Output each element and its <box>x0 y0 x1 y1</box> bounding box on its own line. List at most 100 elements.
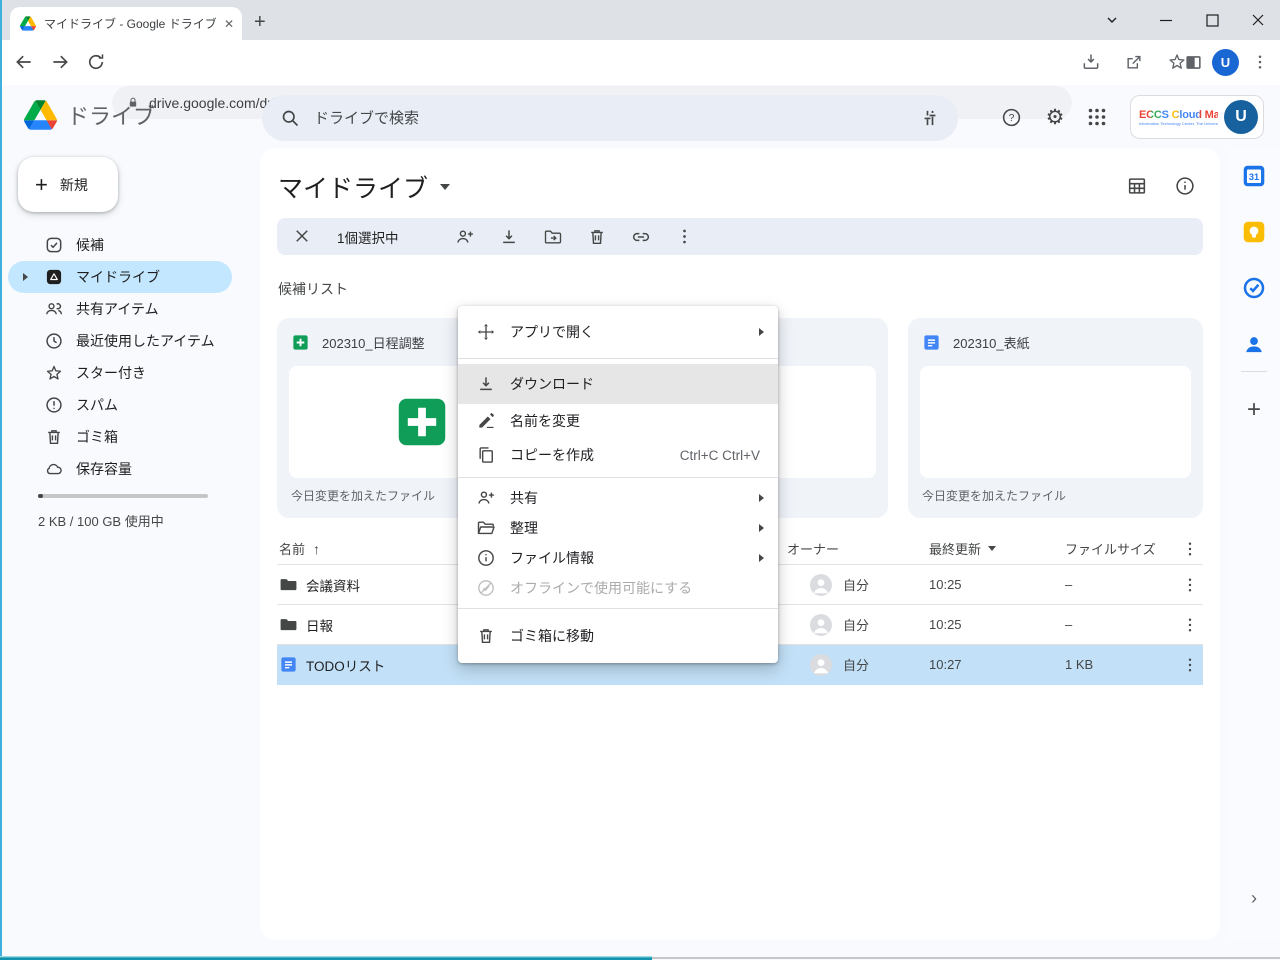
tab-title: マイドライブ - Google ドライブ <box>44 15 216 32</box>
suggestions-section-label: 候補リスト <box>278 279 348 299</box>
sort-asc-icon[interactable]: ↑ <box>313 541 320 557</box>
shared-people-icon <box>44 299 64 319</box>
menu-item-organize[interactable]: 整理 <box>458 513 778 543</box>
new-button-label: 新規 <box>60 175 88 195</box>
browser-profile-avatar[interactable]: U <box>1212 49 1239 76</box>
header-name[interactable]: 名前 <box>279 539 305 558</box>
file-name: TODOリスト <box>306 655 385 675</box>
sidebar-item-trash[interactable]: ゴミ箱 <box>8 421 232 453</box>
context-menu: アプリで開く ダウンロード 名前を変更 コピーを作成 Ctrl+C Ctrl+V… <box>458 306 778 663</box>
downloads-icon[interactable] <box>1081 52 1101 72</box>
bottom-edge-gray <box>652 957 1280 959</box>
sidebar-item-candidates[interactable]: 候補 <box>8 229 232 261</box>
menu-item-move-to-trash[interactable]: ゴミ箱に移動 <box>458 614 778 658</box>
trash-icon[interactable] <box>587 227 607 247</box>
tasks-icon[interactable] <box>1241 275 1267 301</box>
title-dropdown-icon[interactable] <box>440 184 450 190</box>
share-person-add-icon[interactable] <box>455 227 475 247</box>
offline-icon <box>476 578 496 598</box>
row-kebab-icon[interactable] <box>1181 656 1199 674</box>
drive-logo-icon <box>24 100 57 130</box>
share-page-icon[interactable] <box>1124 52 1144 72</box>
owner-name: 自分 <box>843 575 869 594</box>
page-title-row[interactable]: マイドライブ <box>278 169 450 205</box>
apps-grid-icon[interactable] <box>1077 97 1117 137</box>
details-info-icon[interactable] <box>1174 175 1196 197</box>
search-input[interactable] <box>314 110 906 127</box>
browser-menu-kebab-icon[interactable] <box>1251 53 1269 71</box>
sidebar-item-my-drive[interactable]: マイドライブ <box>8 261 232 293</box>
modified-time: 10:27 <box>929 657 1065 672</box>
owner-name: 自分 <box>843 615 869 634</box>
account-avatar[interactable]: U <box>1224 100 1258 134</box>
move-to-folder-icon[interactable] <box>543 227 563 247</box>
sidebar-item-label: 保存容量 <box>76 459 132 479</box>
header-owner[interactable]: オーナー <box>787 539 839 558</box>
window-maximize-button[interactable] <box>1190 0 1234 40</box>
header-size[interactable]: ファイルサイズ <box>1065 542 1156 557</box>
file-info-icon <box>476 548 496 568</box>
drive-logo[interactable]: ドライブ <box>24 99 155 131</box>
download-icon[interactable] <box>499 227 519 247</box>
cloud-icon <box>44 459 64 479</box>
side-panel-collapse-chevron-icon[interactable]: › <box>1228 888 1280 909</box>
menu-item-label: ファイル情報 <box>510 548 594 568</box>
side-panel-divider <box>1241 371 1267 372</box>
docs-file-icon <box>279 655 298 674</box>
new-button[interactable]: + 新規 <box>18 157 118 212</box>
row-kebab-icon[interactable] <box>1181 576 1199 594</box>
menu-item-download[interactable]: ダウンロード <box>458 364 778 404</box>
drive-search-bar[interactable] <box>262 95 958 141</box>
header-modified[interactable]: 最終更新 <box>929 539 981 558</box>
menu-item-rename[interactable]: 名前を変更 <box>458 404 778 438</box>
drive-favicon <box>20 16 36 31</box>
storage-progress-fill <box>38 494 43 498</box>
help-icon[interactable]: ? <box>991 97 1031 137</box>
menu-item-open-with[interactable]: アプリで開く <box>458 311 778 353</box>
settings-gear-icon[interactable]: ⚙ <box>1035 97 1075 137</box>
get-link-icon[interactable] <box>631 227 651 247</box>
sidebar-item-storage[interactable]: 保存容量 <box>8 453 232 485</box>
sidebar-item-shared[interactable]: 共有アイテム <box>8 293 232 325</box>
side-panel-toggle-icon[interactable] <box>1184 53 1203 72</box>
menu-divider <box>458 477 778 478</box>
expand-caret-icon[interactable] <box>23 273 28 281</box>
account-badge[interactable]: ECCS Cloud Mail Information Technology C… <box>1130 95 1264 139</box>
tab-search-chevron-icon[interactable] <box>1090 0 1134 40</box>
google-drive-browser-window: { "browser": { "tab_title": "マイドライブ - Go… <box>0 0 1280 960</box>
bottom-edge-teal <box>0 956 652 960</box>
new-tab-button[interactable]: + <box>254 12 266 32</box>
table-options-kebab-icon[interactable] <box>1181 540 1199 558</box>
tab-close-icon[interactable]: ✕ <box>224 17 234 31</box>
side-panel-add-icon[interactable]: + <box>1228 396 1280 424</box>
sidebar-item-spam[interactable]: スパム <box>8 389 232 421</box>
back-icon[interactable] <box>14 52 34 72</box>
reload-icon[interactable] <box>86 52 106 72</box>
menu-item-share[interactable]: 共有 <box>458 483 778 513</box>
browser-tab-strip: マイドライブ - Google ドライブ ✕ + <box>0 0 1280 40</box>
window-close-button[interactable] <box>1236 0 1280 40</box>
candidates-icon <box>44 235 64 255</box>
menu-item-offline: オフラインで使用可能にする <box>458 573 778 603</box>
window-minimize-button[interactable] <box>1144 0 1188 40</box>
menu-item-make-copy[interactable]: コピーを作成 Ctrl+C Ctrl+V <box>458 438 778 472</box>
contacts-icon[interactable] <box>1241 331 1267 357</box>
sheets-file-icon <box>291 333 310 352</box>
sidebar-item-starred[interactable]: スター付き <box>8 357 232 389</box>
row-kebab-icon[interactable] <box>1181 616 1199 634</box>
sidebar-item-recent[interactable]: 最近使用したアイテム <box>8 325 232 357</box>
folder-icon <box>279 575 298 594</box>
search-options-icon[interactable] <box>920 108 940 128</box>
owner-avatar <box>809 653 833 677</box>
sidebar-item-label: 最近使用したアイテム <box>76 331 215 351</box>
grid-view-icon[interactable] <box>1126 175 1148 197</box>
clear-selection-icon[interactable] <box>293 227 313 247</box>
calendar-icon[interactable]: 31 <box>1241 163 1267 189</box>
more-actions-kebab-icon[interactable] <box>675 227 695 247</box>
browser-tab[interactable]: マイドライブ - Google ドライブ ✕ <box>10 7 242 40</box>
menu-item-file-info[interactable]: ファイル情報 <box>458 543 778 573</box>
sort-desc-icon[interactable] <box>988 546 996 551</box>
keep-icon[interactable] <box>1241 219 1267 245</box>
suggestion-card-cover[interactable]: 202310_表紙 今日変更を加えたファイル <box>908 318 1203 518</box>
forward-icon[interactable] <box>50 52 70 72</box>
